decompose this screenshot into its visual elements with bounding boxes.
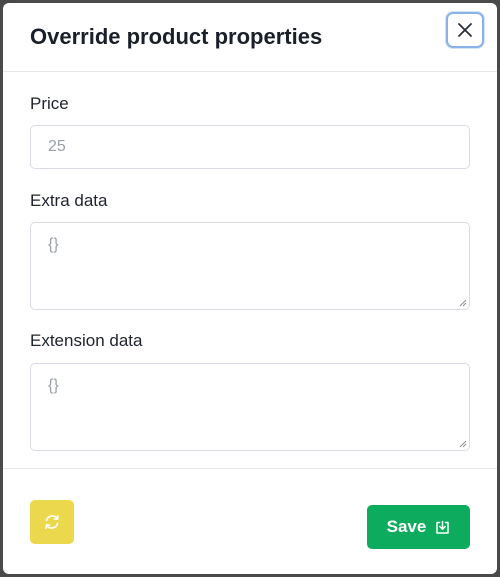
price-label: Price xyxy=(30,94,69,113)
price-placeholder: 25 xyxy=(48,138,66,155)
save-button[interactable]: Save xyxy=(367,505,470,549)
refresh-icon xyxy=(45,515,59,529)
extra-data-label: Extra data xyxy=(30,191,108,210)
save-label: Save xyxy=(386,517,427,536)
price-input[interactable]: 25 xyxy=(30,125,470,169)
footer-divider xyxy=(3,468,497,469)
close-button[interactable] xyxy=(446,12,484,48)
reset-button[interactable] xyxy=(30,500,74,544)
close-icon xyxy=(458,23,472,37)
extra-data-placeholder: {} xyxy=(48,236,59,253)
extension-data-label: Extension data xyxy=(30,331,143,350)
extension-data-textarea[interactable]: {} xyxy=(30,363,470,451)
download-icon xyxy=(436,520,450,534)
extra-data-textarea[interactable]: {} xyxy=(30,222,470,310)
modal-title: Override product properties xyxy=(30,24,323,49)
extension-data-placeholder: {} xyxy=(48,377,59,394)
resize-handle-icon[interactable] xyxy=(459,440,467,448)
resize-handle-icon[interactable] xyxy=(459,299,467,307)
override-product-modal: Override product properties Price 25 Ext… xyxy=(3,3,497,574)
modal-header: Override product properties xyxy=(3,3,497,72)
